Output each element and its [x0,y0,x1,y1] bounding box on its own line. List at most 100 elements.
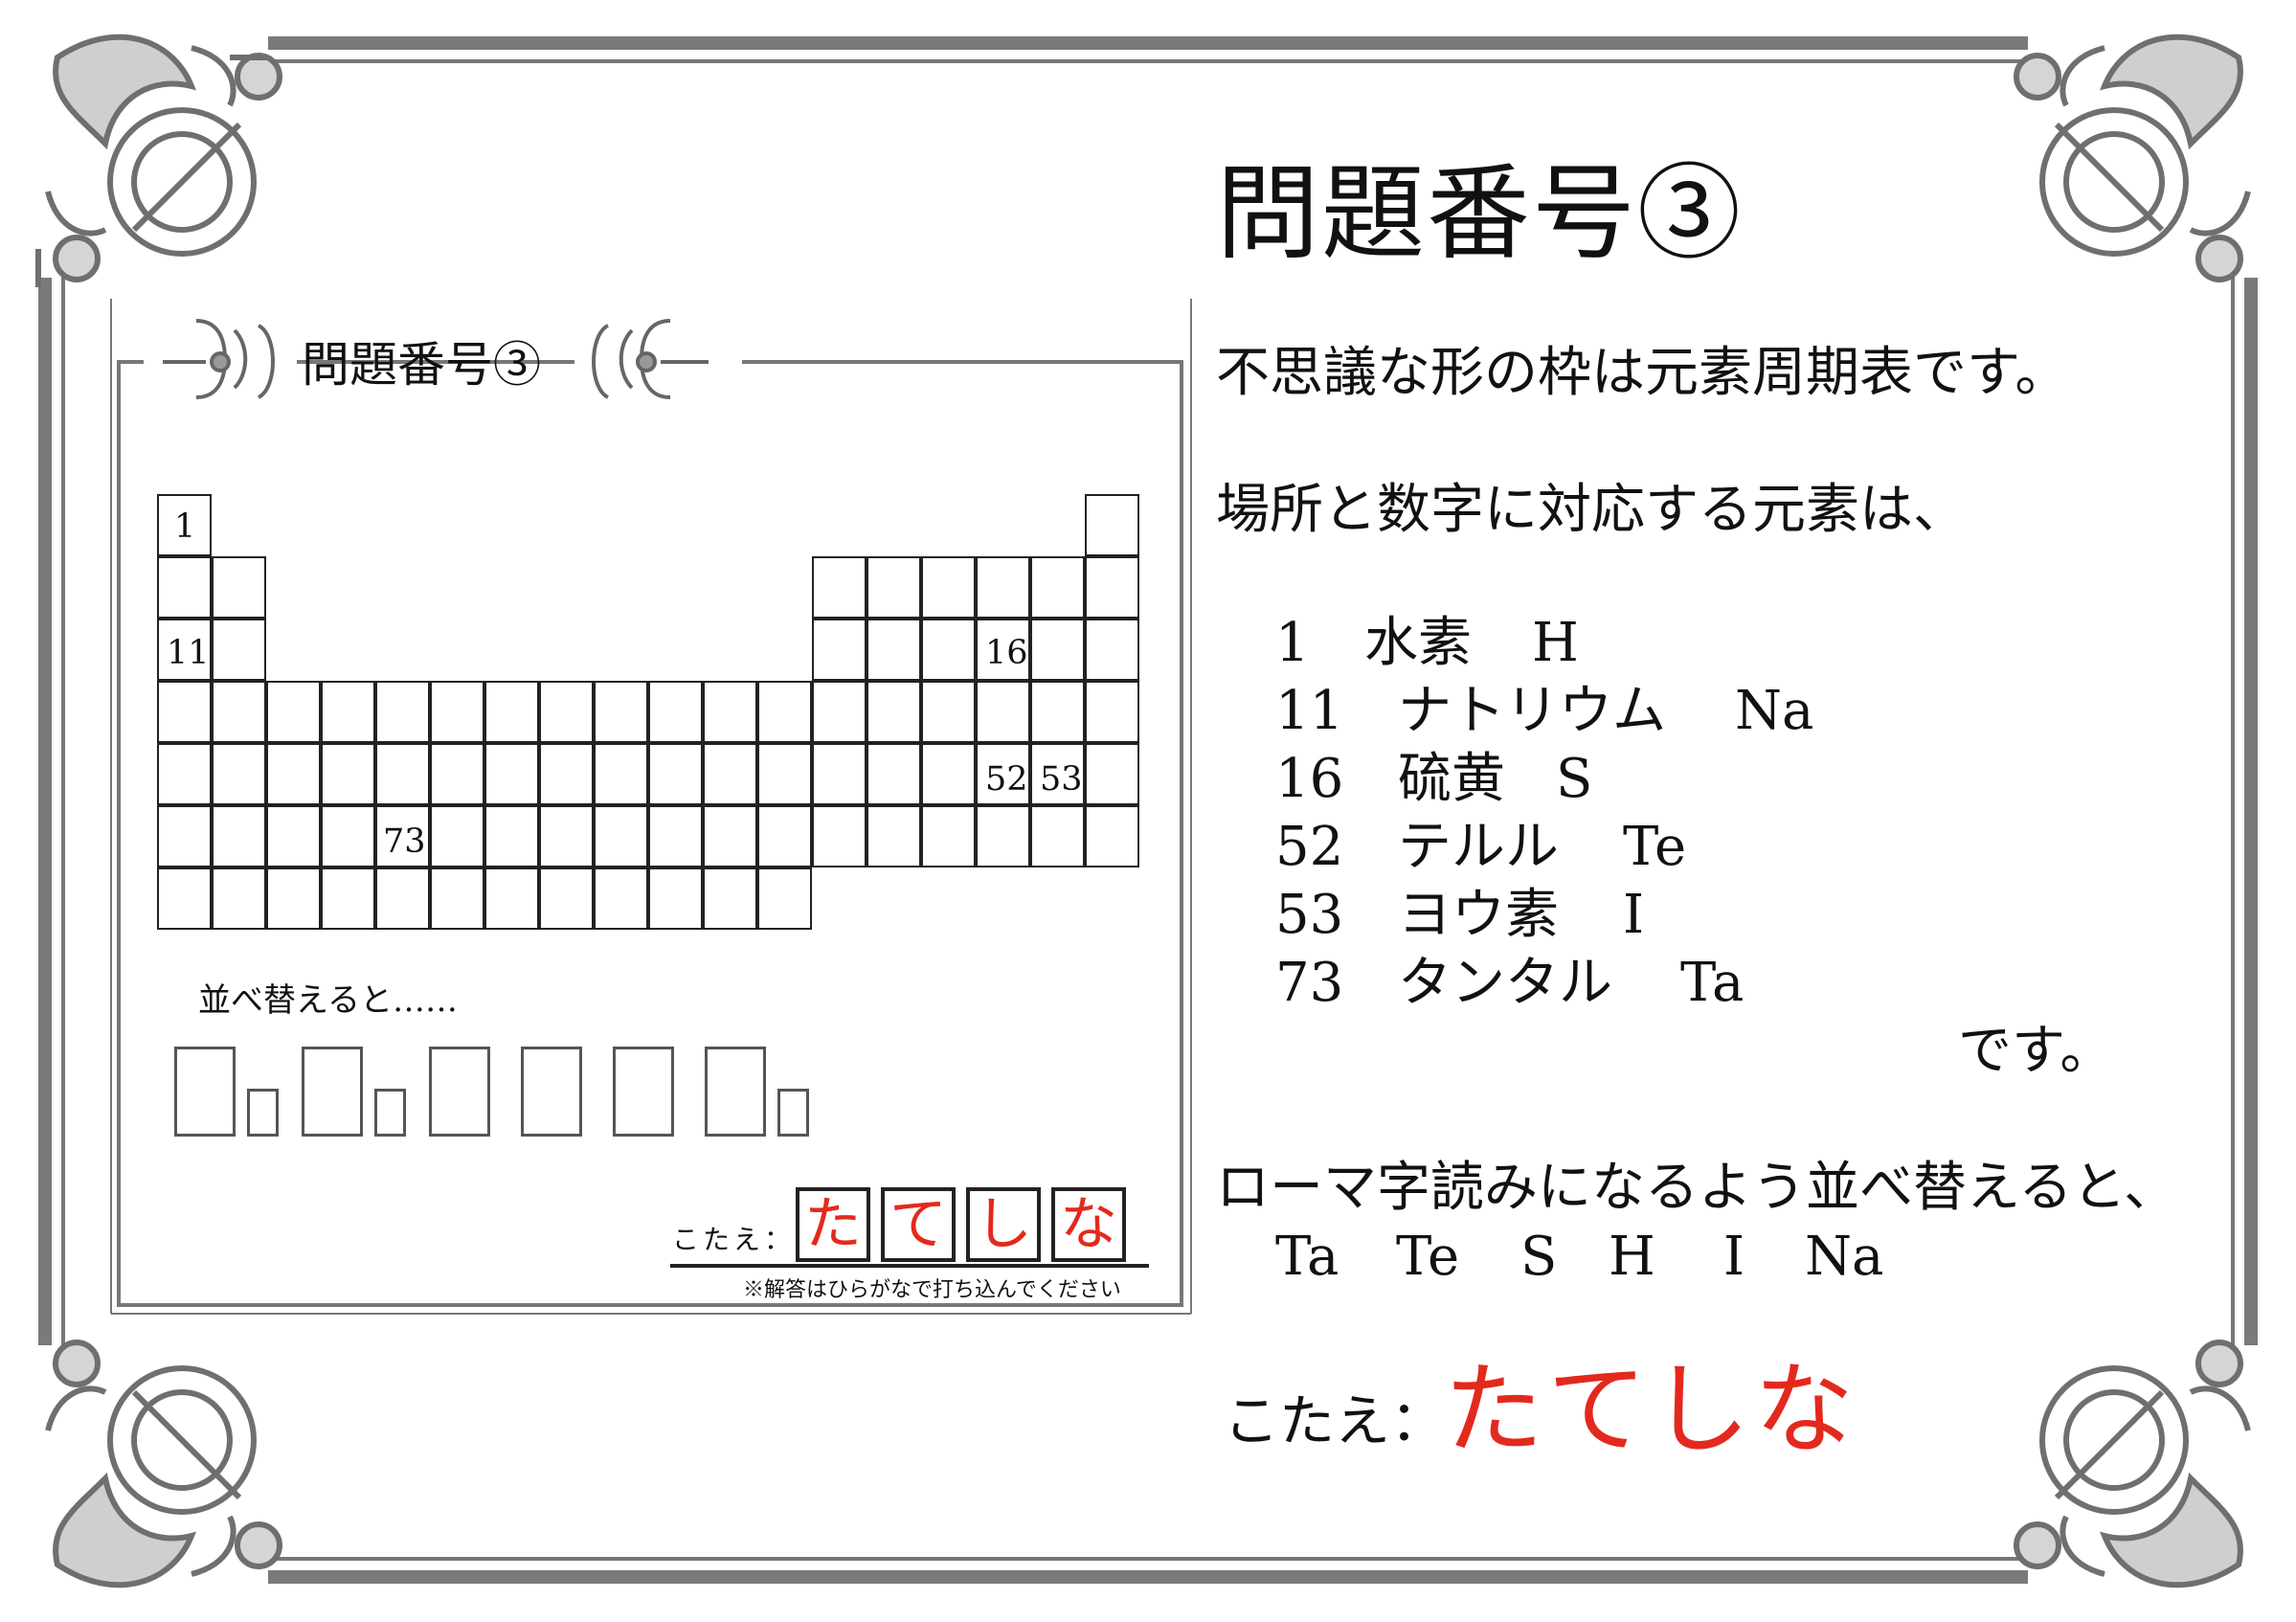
table-cell [1085,743,1139,805]
romaji-instruction: ローマ字読みになるよう並べ替えると、 [1216,1157,2178,1219]
cell-number: 16 [985,634,1028,672]
element-number: 53 [1275,884,1344,946]
cell-number: 52 [985,760,1028,799]
element-name: テルル [1398,816,1559,878]
table-cell [484,743,539,805]
explanation-line-1: 不思議な形の枠は元素周期表です。 [1216,342,2069,404]
corner-ornament-top-left [35,34,282,287]
answer-note: ※解答はひらがなで打ち込んでください [743,1278,1121,1302]
table-cell [812,743,867,805]
letter-slot-large [705,1047,766,1137]
element-symbol: Ta [1680,952,1745,1014]
table-cell [703,681,757,743]
table-cell [867,619,921,681]
table-cell [812,619,867,681]
table-cell [867,556,921,619]
table-cell [430,681,484,743]
table-cell [212,556,266,619]
table-cell [157,556,212,619]
table-cell [157,681,212,743]
cell-number: 73 [383,822,426,861]
table-cell [757,681,812,743]
table-cell [703,805,757,867]
card-answer-label: こたえ： [672,1224,796,1255]
table-cell [1085,681,1139,743]
answer-box[interactable]: て [881,1187,956,1262]
table-cell [976,805,1030,867]
table-cell [212,867,266,930]
answer-text: たてしな [1444,1351,1858,1468]
table-cell [594,867,648,930]
element-number: 1 [1275,612,1310,674]
table-cell [1030,556,1085,619]
table-cell [703,743,757,805]
table-cell [266,681,321,743]
table-cell [648,681,703,743]
table-cell [157,805,212,867]
table-cell [539,805,594,867]
element-number: 73 [1275,952,1344,1014]
letter-slot-small [374,1089,406,1137]
table-cell [812,556,867,619]
table-cell [812,805,867,867]
table-cell [757,805,812,867]
table-cell [594,743,648,805]
table-cell [1030,681,1085,743]
element-symbol: I [1623,884,1645,946]
table-cell [321,805,375,867]
corner-ornament-bottom-right [2014,1340,2251,1588]
table-cell [484,681,539,743]
table-cell [212,681,266,743]
table-cell [484,805,539,867]
letter-slot-large [302,1047,363,1137]
table-cell [375,681,430,743]
letter-slot-small [777,1089,809,1137]
table-cell [266,805,321,867]
sorted-symbol: S [1520,1226,1558,1288]
answer-box[interactable]: な [1051,1187,1126,1262]
letter-slot-large [613,1047,674,1137]
letter-slot-large [429,1047,490,1137]
table-cell [867,805,921,867]
table-cell [1030,805,1085,867]
table-cell [976,681,1030,743]
table-cell [921,619,976,681]
sorted-symbol: I [1723,1226,1745,1288]
table-cell [321,743,375,805]
cell-number: 1 [174,507,196,546]
letter-slot-small [247,1089,279,1137]
table-cell [539,743,594,805]
explanation-line-2: 場所と数字に対応する元素は、 [1216,479,1967,541]
page-title: 問題番号③ [1216,154,1744,274]
element-name: 硫黄 [1398,748,1505,810]
sorted-symbol: Ta [1275,1226,1339,1288]
letter-slot-large [174,1047,236,1137]
table-cell [648,867,703,930]
sorted-symbol: H [1609,1226,1655,1288]
answer-label: こたえ： [1224,1388,1447,1453]
table-cell [157,743,212,805]
table-cell [921,805,976,867]
table-cell [266,743,321,805]
sorted-symbol: Na [1805,1226,1884,1288]
answer-box[interactable]: し [966,1187,1041,1262]
table-cell [921,681,976,743]
element-name: 水素 [1364,612,1472,674]
table-cell [539,867,594,930]
table-cell [976,556,1030,619]
sort-label: 並べ替えると…… [198,981,458,1020]
table-cell [648,743,703,805]
element-name: ヨウ素 [1398,884,1559,946]
table-cell [321,867,375,930]
letter-slot-large [521,1047,582,1137]
table-cell [212,743,266,805]
table-cell [375,867,430,930]
desu-text: です。 [1958,1020,2114,1082]
table-cell [430,805,484,867]
table-cell [375,743,430,805]
table-cell [757,743,812,805]
table-cell [157,867,212,930]
answer-box[interactable]: た [796,1187,870,1262]
element-symbol: H [1532,612,1579,674]
corner-ornament-bottom-left [45,1340,282,1588]
